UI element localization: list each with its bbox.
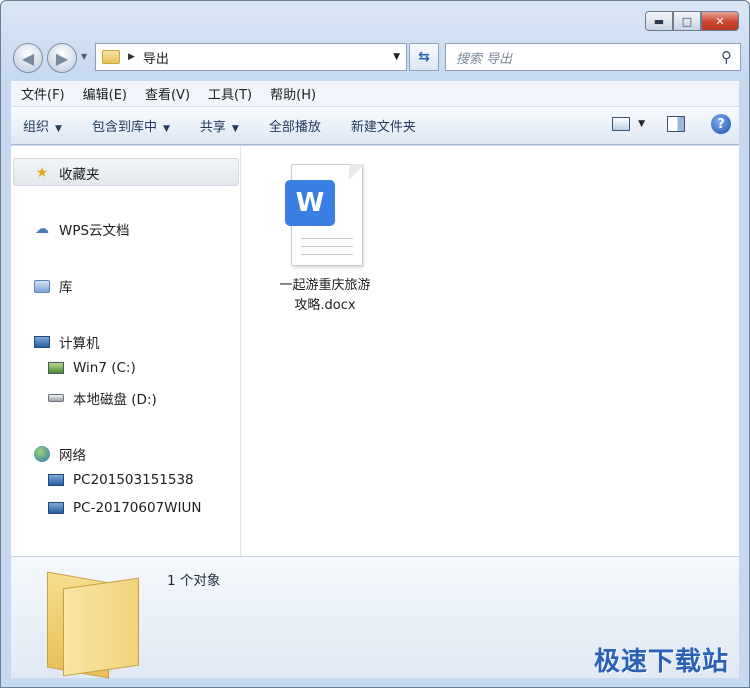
refresh-icon: ⇆: [418, 49, 430, 65]
command-bar: 组织 ▼ 包含到库中 ▼ 共享 ▼ 全部播放 新建文件夹 ▼ ?: [11, 107, 739, 145]
sidebar-item-pc1[interactable]: PC201503151538: [47, 472, 194, 488]
change-view-icon[interactable]: [612, 117, 631, 131]
sidebar-item-label: 收藏夹: [59, 167, 100, 183]
text-line: [301, 246, 353, 247]
computer-icon: [33, 334, 51, 350]
chevron-down-icon: ▼: [162, 124, 170, 134]
sidebar-item-label: 库: [59, 280, 73, 296]
network-icon: [33, 446, 51, 462]
play-all-button[interactable]: 全部播放: [269, 116, 321, 135]
minimize-button[interactable]: ▬: [645, 11, 673, 31]
folder-front: [63, 577, 139, 677]
file-name-line2: 攻略.docx: [294, 298, 356, 313]
sidebar-item-label: 网络: [59, 448, 86, 464]
organize-button[interactable]: 组织 ▼: [23, 116, 62, 135]
chevron-down-icon: ▼: [55, 124, 62, 134]
folder-icon: [41, 569, 151, 679]
word-document-icon: W: [285, 160, 365, 268]
include-library-label: 包含到库中: [91, 120, 157, 135]
text-line: [301, 238, 353, 239]
chevron-down-icon: ▼: [231, 124, 239, 134]
close-button[interactable]: ✕: [701, 11, 739, 31]
menu-bar: 文件(F) 编辑(E) 查看(V) 工具(T) 帮助(H): [11, 81, 739, 107]
search-placeholder: 搜索 导出: [456, 51, 513, 67]
sidebar-item-network[interactable]: 网络: [33, 444, 86, 464]
recent-pages-dropdown[interactable]: ▼: [81, 52, 87, 61]
sidebar-item-label: WPS云文档: [59, 223, 130, 239]
navigation-row: ◀ ▶ ▼ ▶ 导出 ▼ ⇆ 搜索 导出 ⚲: [11, 41, 741, 73]
maximize-button[interactable]: □: [673, 11, 701, 31]
new-folder-button[interactable]: 新建文件夹: [351, 116, 416, 135]
help-icon[interactable]: ?: [711, 114, 731, 134]
menu-edit[interactable]: 编辑(E): [83, 84, 127, 103]
view-options-dropdown[interactable]: ▼: [638, 119, 645, 129]
caption-buttons: ▬ □ ✕: [645, 11, 739, 31]
star-icon: ★: [35, 165, 49, 181]
breadcrumb-current[interactable]: 导出: [143, 48, 169, 67]
navigation-pane[interactable]: ★ 收藏夹 ☁ WPS云文档 库 计算机 Win7 (C:) 本地磁盘 (D:)…: [11, 146, 241, 556]
page-fold: [349, 164, 365, 180]
file-list[interactable]: W 一起游重庆旅游 攻略.docx: [242, 146, 739, 556]
view-controls: ▼ ?: [612, 114, 731, 134]
menu-help[interactable]: 帮助(H): [270, 84, 316, 103]
forward-button[interactable]: ▶: [47, 43, 77, 73]
menu-tools[interactable]: 工具(T): [208, 84, 252, 103]
folder-icon: [102, 50, 120, 64]
sidebar-item-label: PC201503151538: [73, 472, 194, 488]
sidebar-item-computer[interactable]: 计算机: [33, 332, 100, 352]
file-name: 一起游重庆旅游 攻略.docx: [270, 276, 380, 316]
back-button[interactable]: ◀: [13, 43, 43, 73]
sidebar-item-label: 计算机: [59, 336, 100, 352]
watermark-logo: 极速下载站: [593, 647, 729, 677]
explorer-window: ▬ □ ✕ ◀ ▶ ▼ ▶ 导出 ▼ ⇆ 搜索 导出 ⚲ 文件(F) 编辑(E)…: [0, 0, 750, 688]
new-folder-label: 新建文件夹: [350, 120, 416, 135]
breadcrumb-separator-icon[interactable]: ▶: [128, 52, 135, 62]
play-all-label: 全部播放: [268, 120, 321, 135]
share-button[interactable]: 共享 ▼: [200, 116, 239, 135]
back-arrow-icon: ◀: [21, 48, 35, 68]
share-label: 共享: [199, 120, 226, 135]
sidebar-item-drive-c[interactable]: Win7 (C:): [47, 360, 136, 376]
sidebar-item-pc2[interactable]: PC-20170607WIUN: [47, 500, 201, 516]
main-body: ★ 收藏夹 ☁ WPS云文档 库 计算机 Win7 (C:) 本地磁盘 (D:)…: [11, 146, 739, 556]
text-line: [301, 254, 353, 255]
address-bar[interactable]: ▶ 导出 ▼: [95, 43, 407, 71]
sidebar-item-label: Win7 (C:): [73, 360, 136, 376]
cloud-icon: ☁: [35, 221, 49, 237]
organize-label: 组织: [23, 120, 50, 135]
search-icon[interactable]: ⚲: [721, 48, 732, 66]
search-input[interactable]: 搜索 导出 ⚲: [445, 43, 741, 71]
library-icon: [33, 278, 51, 294]
file-name-line1: 一起游重庆旅游: [279, 278, 371, 293]
sidebar-item-label: PC-20170607WIUN: [73, 500, 202, 516]
refresh-button[interactable]: ⇆: [409, 43, 439, 71]
computer-icon: [47, 472, 65, 488]
computer-icon: [47, 500, 65, 516]
sidebar-item-drive-d[interactable]: 本地磁盘 (D:): [47, 388, 157, 408]
sidebar-item-favorites[interactable]: ★ 收藏夹: [33, 163, 100, 183]
sidebar-item-library[interactable]: 库: [33, 276, 73, 296]
include-library-button[interactable]: 包含到库中 ▼: [92, 116, 170, 135]
preview-pane-icon[interactable]: [667, 116, 685, 132]
menu-view[interactable]: 查看(V): [145, 84, 190, 103]
sidebar-item-wps-cloud[interactable]: ☁ WPS云文档: [33, 219, 130, 239]
forward-arrow-icon: ▶: [55, 48, 69, 68]
hard-drive-icon: [47, 390, 65, 406]
system-drive-icon: [47, 360, 65, 376]
object-count: 1 个对象: [167, 573, 221, 589]
address-dropdown-icon[interactable]: ▼: [393, 52, 400, 62]
wps-writer-badge: W: [285, 180, 335, 226]
sidebar-item-label: 本地磁盘 (D:): [73, 392, 157, 408]
menu-file[interactable]: 文件(F): [21, 84, 65, 103]
file-item[interactable]: W 一起游重庆旅游 攻略.docx: [270, 160, 380, 316]
